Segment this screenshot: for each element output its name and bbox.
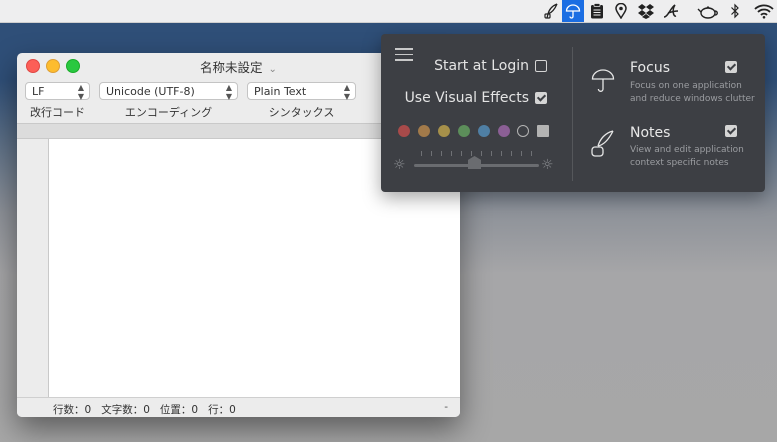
color-swatch-none[interactable] (517, 125, 529, 137)
dropbox-icon[interactable] (634, 0, 658, 22)
app-panel: Start at Login Use Visual Effects ☼ ☼ Fo… (381, 34, 765, 192)
visual-effects-label: Use Visual Effects (404, 90, 529, 106)
color-swatch-gray[interactable] (537, 125, 549, 137)
visual-effects-checkbox[interactable] (535, 92, 547, 104)
line-ending-select[interactable]: LF ▲ ▼ (25, 82, 90, 101)
notes-checkbox[interactable] (725, 125, 737, 137)
color-swatch[interactable] (458, 125, 470, 137)
select-arrows-icon: ▲ ▼ (225, 83, 232, 101)
status-bar: 行数：0 文字数：0 位置：0 行：0 - (17, 397, 460, 417)
umbrella-icon (591, 68, 615, 98)
status-indicator: - (444, 401, 448, 413)
line-ending-value: LF (32, 85, 45, 98)
status-text: 行数：0 文字数：0 位置：0 行：0 (53, 404, 236, 416)
color-swatch[interactable] (418, 125, 430, 137)
brightness-high-icon: ☼ (541, 157, 554, 173)
color-swatch[interactable] (498, 125, 510, 137)
line-number-gutter (17, 139, 49, 397)
menu-bar (0, 0, 777, 23)
focus-title: Focus (630, 60, 670, 76)
script-a-icon[interactable] (660, 0, 686, 22)
chevron-down-icon: ⌄ (268, 64, 277, 75)
brightness-low-icon: ☼ (393, 157, 406, 173)
notes-description: View and edit application context specif… (630, 144, 760, 170)
notes-title: Notes (630, 125, 671, 141)
encoding-caption: エンコーディング (124, 106, 213, 119)
bluetooth-icon[interactable] (726, 0, 744, 22)
line-ending-caption: 改行コード (30, 106, 85, 119)
teapot-icon[interactable] (695, 0, 721, 22)
focus-description-line1: Focus on one application (630, 81, 742, 91)
brightness-slider-knob[interactable] (468, 156, 481, 169)
focus-description-line2: and reduce windows clutter (630, 94, 755, 104)
notes-description-line1: View and edit application (630, 145, 744, 155)
encoding-value: Unicode (UTF-8) (106, 85, 195, 98)
focus-description: Focus on one application and reduce wind… (630, 80, 760, 106)
wifi-icon[interactable] (752, 0, 776, 22)
syntax-caption: シンタックス (268, 106, 335, 119)
panel-divider (572, 47, 573, 181)
start-at-login-label: Start at Login (434, 58, 529, 74)
clipboard-icon[interactable] (586, 0, 608, 22)
quill-icon[interactable] (540, 0, 562, 22)
slider-ticks (421, 151, 532, 157)
encoding-select[interactable]: Unicode (UTF-8) ▲ ▼ (99, 82, 238, 101)
select-arrows-icon: ▲ ▼ (77, 83, 84, 101)
color-swatch[interactable] (478, 125, 490, 137)
start-at-login-checkbox[interactable] (535, 60, 547, 72)
quill-icon (589, 130, 615, 164)
color-swatch[interactable] (438, 125, 450, 137)
select-arrows-icon: ▲ ▼ (343, 83, 350, 101)
syntax-select[interactable]: Plain Text ▲ ▼ (247, 82, 356, 101)
window-title-text: 名称未設定 (200, 60, 263, 75)
location-pin-icon[interactable] (610, 0, 632, 22)
focus-checkbox[interactable] (725, 61, 737, 73)
umbrella-icon[interactable] (562, 0, 584, 22)
syntax-value: Plain Text (254, 85, 307, 98)
color-swatch[interactable] (398, 125, 410, 137)
notes-description-line2: context specific notes (630, 158, 729, 168)
menu-icon[interactable] (395, 48, 413, 65)
